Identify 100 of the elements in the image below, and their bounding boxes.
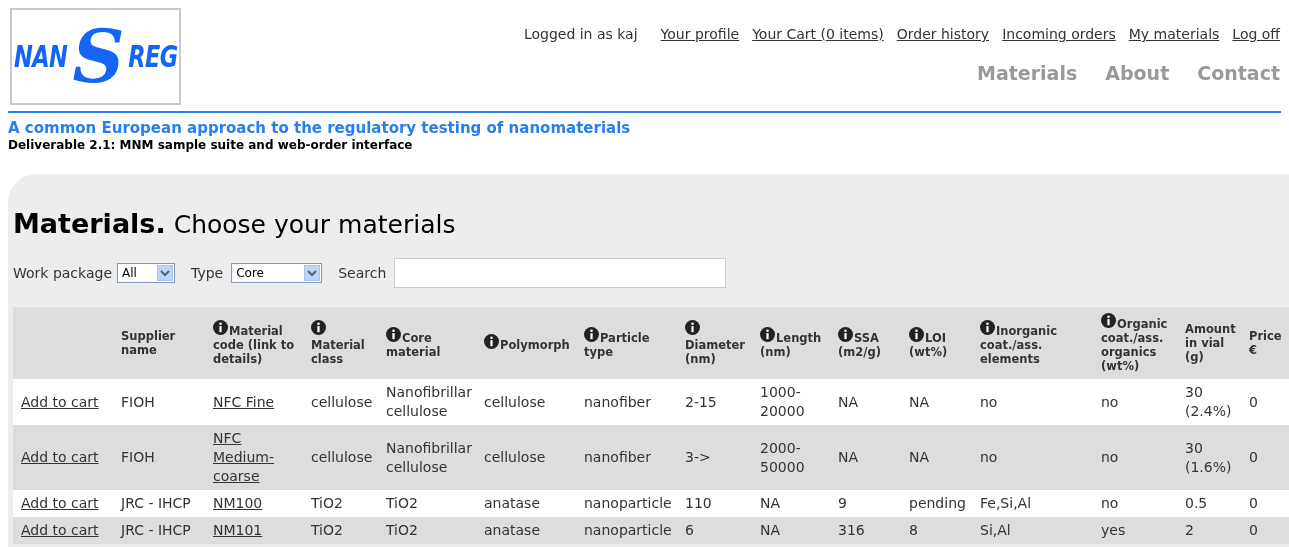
- table-cell: 2-15: [685, 393, 717, 410]
- info-icon: [484, 334, 499, 350]
- column-header: Core material: [386, 327, 474, 360]
- header-link[interactable]: Incoming orders: [1002, 24, 1116, 45]
- table-cell: 0.5: [1185, 495, 1208, 512]
- info-icon: [685, 320, 700, 336]
- table-cell: 0: [1249, 393, 1258, 410]
- material-link[interactable]: NM101: [213, 521, 263, 541]
- add-to-cart-link[interactable]: Add to cart: [21, 448, 99, 468]
- chevron-icon: [304, 265, 321, 282]
- table-cell: 9: [838, 495, 847, 512]
- table-cell: no: [1101, 393, 1119, 410]
- table-cell: FIOH: [121, 393, 155, 410]
- info-icon: [980, 320, 995, 336]
- material-link[interactable]: NM100: [213, 494, 263, 514]
- column-header: Price €: [1249, 329, 1283, 358]
- table-cell: 1000-20000: [760, 384, 805, 420]
- table-cell: Fe,Si,Al: [980, 495, 1032, 512]
- table-cell: cellulose: [311, 393, 373, 410]
- table-cell: 0: [1249, 449, 1258, 466]
- column-header: LOI (wt%): [909, 327, 970, 360]
- material-link[interactable]: NFC Medium-coarse: [213, 429, 301, 487]
- table-cell: NA: [909, 449, 930, 466]
- header-link[interactable]: Order history: [896, 24, 990, 45]
- table-cell: no: [980, 393, 998, 410]
- table-cell: no: [980, 449, 998, 466]
- table-cell: TiO2: [386, 495, 418, 512]
- info-icon: [760, 327, 775, 343]
- table-cell: anatase: [484, 522, 540, 539]
- table-cell: 0: [1249, 522, 1258, 539]
- table-cell: cellulose: [311, 449, 373, 466]
- table-cell: 316: [838, 522, 865, 539]
- column-header: Material class: [311, 320, 376, 367]
- table-cell: NA: [760, 522, 781, 539]
- table-cell: pending: [909, 495, 966, 512]
- info-icon: [311, 320, 326, 336]
- table-cell: cellulose: [484, 393, 546, 410]
- table-cell: nanofiber: [584, 393, 651, 410]
- column-header: Diameter (nm): [685, 320, 750, 367]
- table-cell: no: [1101, 449, 1119, 466]
- table-cell: TiO2: [311, 522, 343, 539]
- column-header: Inorganic coat./ass. elements: [980, 320, 1091, 367]
- table-cell: 8: [909, 522, 918, 539]
- table-cell: JRC - IHCP: [121, 495, 191, 512]
- table-cell: FIOH: [121, 449, 155, 466]
- page-subtitle: Choose your materials: [173, 208, 456, 241]
- table-cell: TiO2: [311, 495, 343, 512]
- table-cell: 2: [1185, 522, 1194, 539]
- table-cell: NA: [760, 495, 781, 512]
- table-cell: NA: [838, 449, 859, 466]
- table-cell: nanoparticle: [584, 522, 672, 539]
- column-header: Particle type: [584, 327, 675, 360]
- table-cell: Nanofibrillar cellulose: [386, 384, 472, 420]
- table-cell: 3->: [685, 449, 711, 466]
- subtitle: Deliverable 2.1: MNM sample suite and web-order interface: [8, 137, 414, 153]
- table-cell: no: [1101, 495, 1119, 512]
- header-link[interactable]: Log off: [1232, 24, 1280, 45]
- table-cell: nanoparticle: [584, 495, 672, 512]
- table-cell: cellulose: [484, 449, 546, 466]
- column-header: Amount in vial (g): [1185, 322, 1237, 365]
- table-cell: yes: [1101, 522, 1126, 539]
- add-to-cart-link[interactable]: Add to cart: [21, 392, 99, 412]
- header-link[interactable]: My materials: [1128, 24, 1220, 45]
- table-cell: 30 (1.6%): [1185, 439, 1232, 475]
- info-icon: [909, 327, 924, 343]
- login-status: Logged in as kaj: [523, 25, 638, 44]
- column-header: Organic coat./ass. organics (wt%): [1101, 313, 1175, 374]
- header-link[interactable]: Your profile: [660, 24, 740, 45]
- column-header: SSA (m2/g): [838, 327, 899, 360]
- table-cell: Si,Al: [980, 522, 1011, 539]
- table-cell: JRC - IHCP: [121, 522, 191, 539]
- page-title: Materials.: [13, 206, 166, 241]
- column-header: Polymorph: [484, 334, 574, 353]
- column-header: Material code (link to details): [213, 320, 301, 367]
- material-link[interactable]: NFC Fine: [213, 392, 275, 412]
- table-cell: anatase: [484, 495, 540, 512]
- add-to-cart-link[interactable]: Add to cart: [21, 494, 99, 514]
- filter-label: Type: [191, 263, 224, 283]
- dropdown[interactable]: Core: [231, 263, 323, 284]
- table-cell: 30 (2.4%): [1185, 384, 1232, 420]
- search-field[interactable]: [394, 258, 727, 289]
- dropdown[interactable]: All: [117, 263, 175, 284]
- chevron-icon: [157, 265, 173, 282]
- info-icon: [213, 320, 228, 336]
- info-icon: [1101, 313, 1116, 329]
- table-cell: NA: [838, 393, 859, 410]
- header-link[interactable]: Your Cart (0 items): [752, 24, 884, 45]
- column-header: Length (nm): [760, 327, 828, 360]
- info-icon: [584, 327, 599, 343]
- filter-label: Search: [338, 263, 387, 283]
- table-cell: 110: [685, 495, 712, 512]
- table-cell: 6: [685, 522, 694, 539]
- table-cell: 2000-50000: [760, 439, 805, 475]
- table-cell: nanofiber: [584, 449, 651, 466]
- tagline: A common European approach to the regulatory testing of nanomaterials: [8, 119, 632, 138]
- filter-label: Work package: [13, 263, 112, 283]
- table-cell: Nanofibrillar cellulose: [386, 439, 472, 475]
- add-to-cart-link[interactable]: Add to cart: [21, 521, 99, 541]
- table-cell: NA: [909, 393, 930, 410]
- info-icon: [838, 327, 853, 343]
